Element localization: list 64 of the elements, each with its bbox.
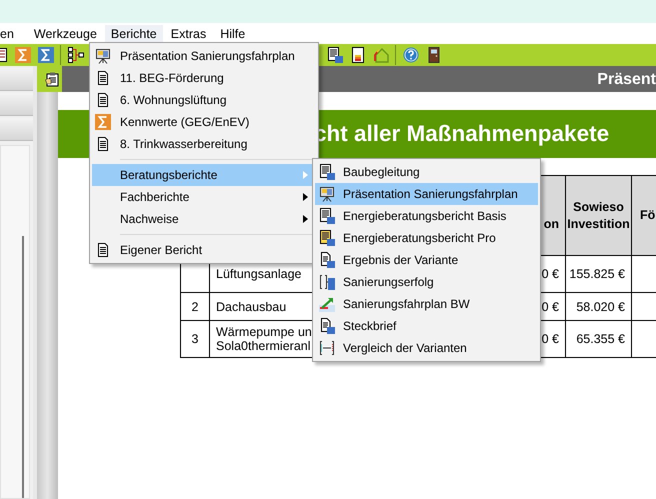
document-icon <box>319 252 335 268</box>
compare-icon <box>319 340 335 356</box>
diagram-icon[interactable] <box>68 47 84 63</box>
projector-icon <box>95 48 111 64</box>
submenu-arrow-icon <box>303 171 308 179</box>
menu-item[interactable]: Extras <box>164 24 212 42</box>
menu-item[interactable]: 8. Trinkwasserbereitung <box>92 133 316 155</box>
menu-item[interactable]: 6. Wohnungslüftung <box>92 89 316 111</box>
document-icon <box>95 136 111 152</box>
energy-label-icon[interactable] <box>350 47 366 63</box>
document-icon <box>95 242 111 258</box>
document-icon <box>95 70 111 86</box>
menu-item[interactable]: Präsentation Sanierungsfahrplan <box>92 45 316 67</box>
column-header: Fö <box>640 208 656 222</box>
table-cell: 0 € <box>542 332 559 346</box>
menu-item[interactable]: Kennwerte (GEG/EnEV) <box>92 111 316 133</box>
table-cell: 0 € <box>542 267 559 281</box>
sigma-icon[interactable] <box>38 47 54 63</box>
document-icon <box>319 208 335 224</box>
table-cell: Dachausbau <box>216 300 286 314</box>
table-cell: 0 € <box>542 300 559 314</box>
menu-item[interactable]: Präsentation Sanierungsfahrplan <box>315 183 538 205</box>
door-icon[interactable] <box>426 47 442 63</box>
menu-item[interactable]: Baubegleitung <box>315 161 538 183</box>
menu-item[interactable]: Vergleich der Varianten <box>315 337 538 359</box>
submenu-arrow-icon <box>303 215 308 223</box>
clipboard-icon[interactable] <box>45 71 61 87</box>
menu-item[interactable]: Sanierungserfolg <box>315 271 538 293</box>
document-icon[interactable] <box>327 47 343 63</box>
menu-item[interactable]: 11. BEG-Förderung <box>92 67 316 89</box>
menu-item[interactable]: Ergebnis der Variante <box>315 249 538 271</box>
submenu-arrow-icon <box>303 193 308 201</box>
menu-item[interactable]: Nachweise <box>92 208 316 230</box>
table-cell: 3 <box>192 332 198 346</box>
column-header: on <box>544 216 559 230</box>
menu-item[interactable]: Sanierungsfahrplan BW <box>315 293 538 315</box>
table-cell: Lüftungsanlage <box>216 267 302 281</box>
table-cell: 155.825 € <box>569 267 625 281</box>
column-header: Sowieso Investition <box>567 200 630 230</box>
projector-icon <box>319 186 335 202</box>
table-cell: 58.020 € <box>576 300 625 314</box>
compare-icon <box>319 274 335 290</box>
sigma-icon[interactable] <box>15 47 31 63</box>
menu-item[interactable]: Energieberatungsbericht Basis <box>315 205 538 227</box>
document-icon <box>319 318 335 334</box>
menu-item[interactable]: Eigener Bericht <box>92 239 316 261</box>
help-icon[interactable] <box>403 47 419 63</box>
menu-item[interactable]: Berichte <box>104 24 163 42</box>
house-icon[interactable] <box>373 47 389 63</box>
header-title: Präsent <box>597 71 656 89</box>
document-icon <box>319 164 335 180</box>
menu-item[interactable]: en <box>0 24 20 42</box>
table-cell: 65.355 € <box>576 332 625 346</box>
menu-item[interactable]: Energieberatungsbericht Pro <box>315 227 538 249</box>
chart-icon <box>319 296 335 312</box>
table-cell: Wärmepumpe un Sola0thermieranl <box>216 325 312 353</box>
document-icon <box>95 92 111 108</box>
sigma-icon <box>95 114 111 130</box>
document-icon <box>319 230 335 246</box>
table-cell: 2 <box>192 300 198 314</box>
menu-item[interactable]: Hilfe <box>214 24 252 42</box>
menu-item[interactable]: Fachberichte <box>92 186 316 208</box>
menu-item[interactable]: Werkzeuge <box>28 24 103 42</box>
menu-item[interactable]: Steckbrief <box>315 315 538 337</box>
